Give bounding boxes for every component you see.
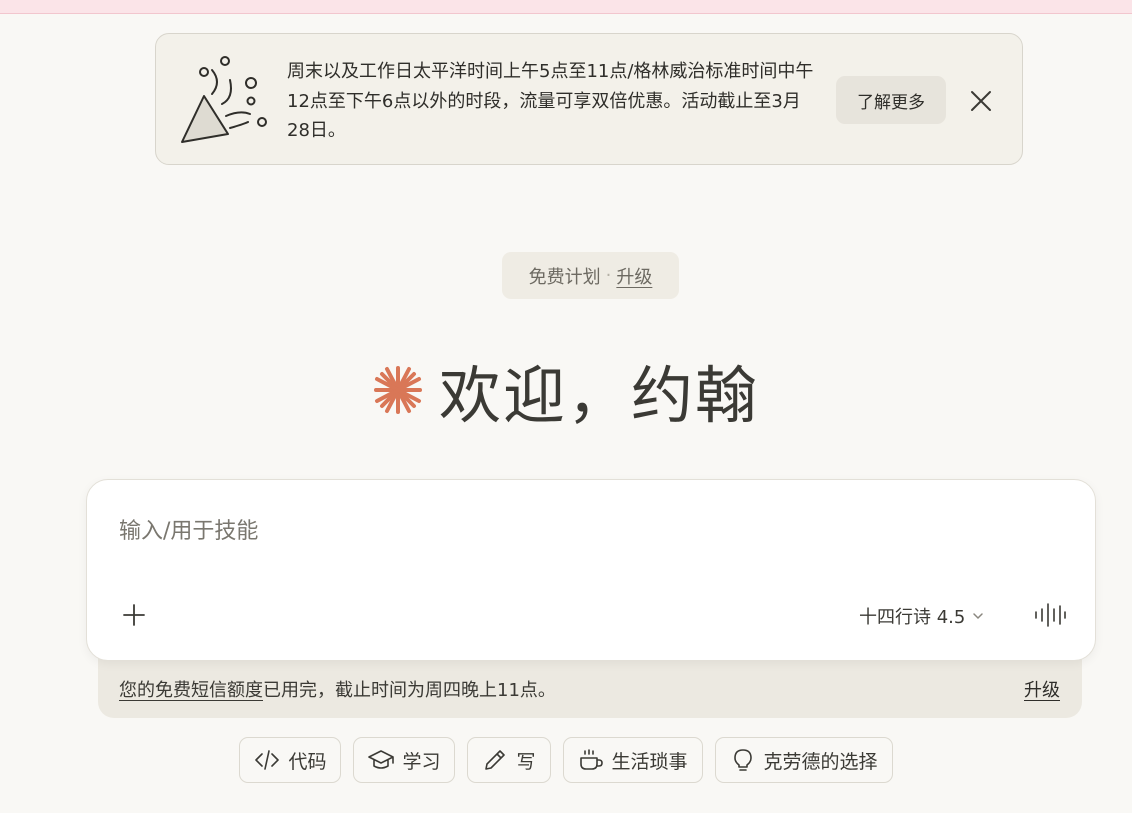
close-icon[interactable]	[966, 86, 996, 116]
usage-upgrade-link[interactable]: 升级	[1024, 676, 1060, 702]
plan-upgrade-link[interactable]: 升级	[616, 263, 652, 289]
suggestion-chips: 代码 学习 写 生活琐事 克劳德的选择	[0, 737, 1132, 785]
chip-write[interactable]: 写	[467, 737, 551, 783]
chip-label: 学习	[402, 750, 441, 773]
usage-link[interactable]: 您的免费短信额度	[119, 680, 263, 701]
chip-learn[interactable]: 学习	[353, 737, 456, 783]
chat-composer: 十四行诗 4.5	[86, 479, 1096, 661]
lightbulb-icon	[733, 749, 752, 771]
learn-more-button[interactable]: 了解更多	[836, 76, 946, 124]
coffee-cup-icon	[579, 749, 603, 770]
chip-label: 写	[516, 750, 536, 773]
plan-badge: 免费计划 · 升级	[502, 252, 679, 299]
chip-life[interactable]: 生活琐事	[562, 737, 703, 783]
promo-banner: 周末以及工作日太平洋时间上午5点至11点/格林威治标准时间中午12点至下午6点以…	[155, 33, 1023, 165]
usage-message: 您的免费短信额度已用完，截止时间为周四晚上11点。	[119, 676, 556, 702]
plan-label: 免费计划	[528, 266, 601, 288]
model-selector[interactable]: 十四行诗 4.5	[859, 602, 985, 630]
welcome-header: 欢迎，约翰	[0, 345, 1132, 435]
plan-separator: ·	[605, 265, 612, 286]
chat-input[interactable]	[117, 510, 1021, 552]
banner-message: 周末以及工作日太平洋时间上午5点至11点/格林威治标准时间中午12点至下午6点以…	[287, 61, 814, 141]
graduation-cap-icon	[368, 750, 395, 769]
voice-waveform-icon[interactable]	[1033, 601, 1067, 629]
chevron-down-icon	[973, 613, 984, 620]
chip-label: 代码	[288, 750, 327, 773]
chip-claude-choice[interactable]: 克劳德的选择	[714, 737, 893, 783]
top-strip	[0, 0, 1132, 14]
model-name: 十四行诗 4.5	[859, 607, 966, 628]
pencil-icon	[485, 750, 506, 770]
chip-label: 生活琐事	[611, 750, 688, 773]
chip-label: 克劳德的选择	[763, 750, 878, 773]
plus-icon[interactable]	[121, 602, 147, 628]
chip-code[interactable]: 代码	[239, 737, 342, 783]
sparkle-logo-icon	[373, 366, 422, 414]
code-icon	[255, 750, 280, 770]
welcome-greeting: 欢迎，约翰	[438, 359, 759, 432]
party-popper-icon	[181, 56, 267, 143]
usage-text: 已用完，截止时间为周四晚上11点。	[263, 680, 556, 701]
